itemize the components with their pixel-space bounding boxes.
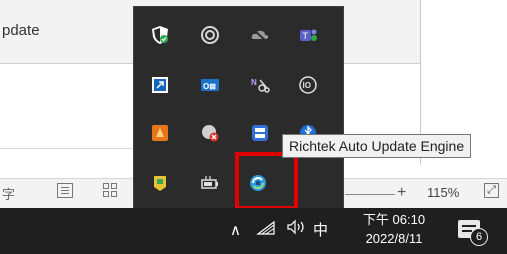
highlight-box [235, 152, 298, 210]
icon-tooltip: Richtek Auto Update Engine [282, 134, 472, 158]
volume-icon[interactable] [286, 219, 308, 239]
svg-text:T: T [303, 31, 309, 41]
clock-time: 下午 06:10 [362, 212, 426, 227]
teams-icon[interactable]: T [296, 23, 320, 47]
windows-security-shield-icon[interactable] [148, 23, 172, 47]
taskbar-clock[interactable]: 下午 06:10 2022/8/11 [354, 210, 434, 248]
spiral-app-icon[interactable] [198, 23, 222, 47]
snipping-tool-icon[interactable]: N [248, 73, 272, 97]
zoom-slider[interactable] [345, 194, 395, 195]
outlook-icon[interactable]: O⊠ [198, 73, 222, 97]
grid-view-icon[interactable] [103, 183, 119, 198]
svg-text:O⊠: O⊠ [203, 82, 216, 91]
io-app-icon[interactable]: IO [296, 73, 320, 97]
show-hidden-icons-chevron-icon[interactable]: ∧ [230, 221, 241, 239]
notification-count-badge: 6 [470, 228, 488, 246]
zoom-in-button[interactable]: + [397, 184, 406, 202]
usb-device-icon[interactable] [148, 171, 172, 195]
fit-to-window-icon[interactable]: ⤢ [484, 183, 499, 198]
svg-text:IO: IO [303, 81, 311, 90]
wifi-icon[interactable] [256, 220, 276, 240]
cloud-offline-icon[interactable] [248, 23, 272, 47]
svg-text:N: N [251, 78, 257, 87]
language-indicator[interactable]: 字 [2, 184, 15, 203]
battery-icon[interactable] [198, 171, 222, 195]
orange-app-icon[interactable] [148, 121, 172, 145]
window-manager-icon[interactable] [248, 121, 272, 145]
zoom-level[interactable]: 115% [427, 185, 459, 200]
clock-date: 2022/8/11 [365, 231, 423, 246]
blocked-app-icon[interactable] [198, 121, 222, 145]
input-method-indicator[interactable]: 中 [313, 219, 328, 240]
remote-desktop-icon[interactable] [148, 73, 172, 97]
print-layout-view-icon[interactable] [57, 183, 73, 198]
